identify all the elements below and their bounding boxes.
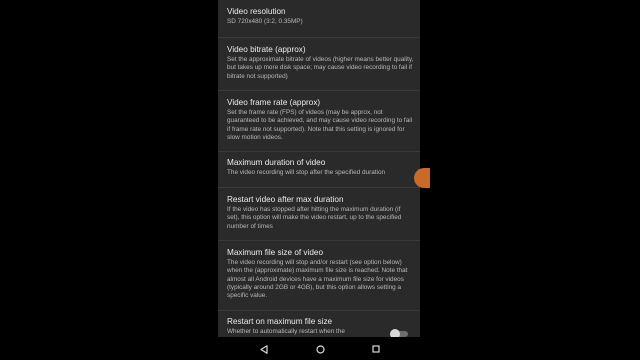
pref-video-frame-rate[interactable]: Video frame rate (approx) Set the frame …	[218, 97, 420, 142]
pref-title: Video bitrate (approx)	[227, 45, 306, 54]
pref-summary: Set the frame rate (FPS) of videos (may …	[227, 109, 413, 141]
pref-summary: Set the approximate bitrate of videos (h…	[227, 56, 414, 80]
divider	[218, 37, 420, 38]
pref-summary: SD 720x480 (3:2, 0.35MP)	[227, 18, 303, 25]
pref-title: Maximum file size of video	[227, 248, 324, 257]
pref-summary: Whether to automatically restart when th…	[227, 328, 345, 335]
pref-title: Restart on maximum file size	[227, 317, 333, 326]
pref-restart-after-max-duration[interactable]: Restart video after max duration If the …	[218, 194, 420, 231]
switch-thumb	[390, 329, 400, 337]
divider	[218, 310, 420, 311]
restart-on-max-file-size-switch[interactable]	[390, 329, 408, 337]
home-icon[interactable]	[313, 342, 327, 356]
video-settings-list[interactable]: Video resolution SD 720x480 (3:2, 0.35MP…	[218, 0, 420, 337]
pref-video-bitrate[interactable]: Video bitrate (approx) Set the approxima…	[218, 44, 420, 81]
pref-summary: If the video has stopped after hitting t…	[227, 206, 402, 230]
back-icon[interactable]	[257, 342, 271, 356]
divider	[218, 240, 420, 241]
pref-title: Restart video after max duration	[227, 195, 344, 204]
divider	[218, 187, 420, 188]
pref-video-resolution[interactable]: Video resolution SD 720x480 (3:2, 0.35MP…	[218, 6, 420, 26]
pref-max-file-size[interactable]: Maximum file size of video The video rec…	[218, 247, 420, 300]
navigation-bar	[218, 337, 420, 360]
pref-title: Video resolution	[227, 7, 286, 16]
pref-title: Maximum duration of video	[227, 158, 326, 167]
divider	[218, 151, 420, 152]
recents-icon[interactable]	[369, 342, 383, 356]
pref-title: Video frame rate (approx)	[227, 98, 321, 107]
pref-summary: The video recording will stop after the …	[227, 169, 386, 176]
pref-max-duration[interactable]: Maximum duration of video The video reco…	[218, 157, 420, 177]
fast-scroll-thumb[interactable]	[414, 168, 430, 188]
phone-screen: Video resolution SD 720x480 (3:2, 0.35MP…	[218, 0, 420, 360]
pref-summary: The video recording will stop and/or res…	[227, 259, 408, 300]
divider	[218, 90, 420, 91]
